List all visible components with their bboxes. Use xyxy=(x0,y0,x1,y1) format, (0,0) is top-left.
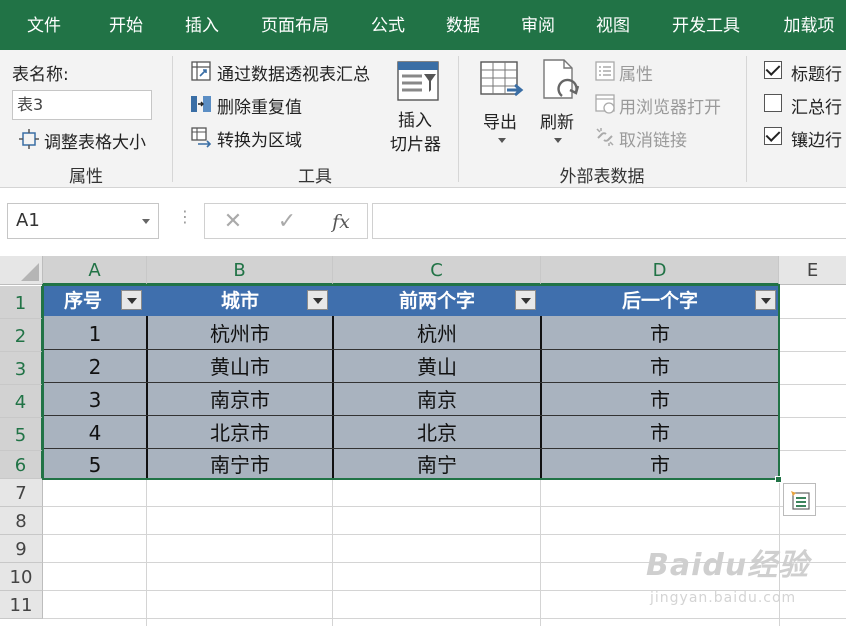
insert-slicer-label-2[interactable]: 切片器 xyxy=(390,130,441,155)
name-box[interactable]: A1 xyxy=(7,203,159,239)
row-header-1[interactable]: 1 xyxy=(0,286,43,319)
tab-view[interactable]: 视图 xyxy=(593,0,633,50)
ribbon-tab-bar: 文件 开始 插入 页面布局 公式 数据 审阅 视图 开发工具 加载项 xyxy=(0,0,846,50)
cancel-icon[interactable]: ✕ xyxy=(213,204,253,240)
name-box-dropdown-icon[interactable] xyxy=(142,219,150,224)
open-in-browser-button[interactable]: 用浏览器打开 xyxy=(619,93,721,118)
total-row-checkbox[interactable] xyxy=(764,94,782,112)
table-name-input[interactable]: 表3 xyxy=(12,90,152,120)
table-name-label: 表名称: xyxy=(12,65,69,85)
select-all-corner[interactable] xyxy=(0,256,43,285)
gridline xyxy=(146,479,147,626)
selection-outline xyxy=(42,284,780,480)
quick-analysis-button[interactable] xyxy=(783,483,816,516)
ribbon-table-design: 表名称: 表3 调整表格大小 属性 通过数据透视表汇总 删除重复值 转换为区域 … xyxy=(0,50,846,188)
row-header-5[interactable]: 5 xyxy=(0,418,43,451)
row-header-11[interactable]: 11 xyxy=(0,591,43,619)
refresh-dropdown-arrow[interactable] xyxy=(554,138,562,143)
formula-bar: A1 ⋮ ✕ ✓ fx xyxy=(0,189,846,253)
gridline xyxy=(779,384,846,385)
tab-insert[interactable]: 插入 xyxy=(182,0,222,50)
gridline xyxy=(779,318,846,319)
properties-button[interactable]: 属性 xyxy=(619,60,653,85)
banded-rows-checkbox[interactable] xyxy=(764,127,782,145)
quick-analysis-icon xyxy=(791,491,810,510)
row-header-7[interactable]: 7 xyxy=(0,479,43,507)
row-header-9[interactable]: 9 xyxy=(0,535,43,563)
header-row-checkbox[interactable] xyxy=(764,61,782,79)
column-header-c[interactable]: C xyxy=(333,256,541,285)
group-label-external-data: 外部表数据 xyxy=(559,167,645,187)
gridline xyxy=(332,479,333,626)
properties-icon xyxy=(595,61,615,81)
gridline xyxy=(779,417,846,418)
group-label-properties: 属性 xyxy=(69,167,103,187)
pivot-table-icon xyxy=(191,61,211,81)
banded-rows-label: 镶边行 xyxy=(791,131,842,151)
remove-duplicates-icon xyxy=(191,96,211,112)
baidu-watermark: Baidu经验 xyxy=(646,548,810,583)
formula-input[interactable] xyxy=(372,203,846,239)
resize-table-icon xyxy=(19,129,39,149)
baidu-watermark-url: jingyan.baidu.com xyxy=(650,590,797,606)
column-header-e[interactable]: E xyxy=(779,256,846,285)
refresh-button[interactable]: 刷新 xyxy=(540,108,574,133)
gridline xyxy=(43,506,846,507)
unlink-button[interactable]: 取消链接 xyxy=(619,126,687,151)
tab-file[interactable]: 文件 xyxy=(24,0,64,50)
formula-bar-grip-icon[interactable]: ⋮ xyxy=(177,207,193,226)
row-header-2[interactable]: 2 xyxy=(0,319,43,352)
remove-duplicates-button[interactable]: 删除重复值 xyxy=(217,93,302,118)
row-header-3[interactable]: 3 xyxy=(0,352,43,385)
row-header-6[interactable]: 6 xyxy=(0,451,43,479)
tab-developer[interactable]: 开发工具 xyxy=(668,0,744,50)
row-header-10[interactable]: 10 xyxy=(0,563,43,591)
row-header-8[interactable]: 8 xyxy=(0,507,43,535)
column-header-a[interactable]: A xyxy=(43,256,147,285)
export-icon xyxy=(480,61,524,97)
tab-addins[interactable]: 加载项 xyxy=(779,0,839,50)
convert-to-range-icon xyxy=(191,127,212,148)
gridline xyxy=(540,479,541,626)
export-dropdown-arrow[interactable] xyxy=(498,138,506,143)
tab-data[interactable]: 数据 xyxy=(443,0,483,50)
tab-review[interactable]: 审阅 xyxy=(518,0,558,50)
unlink-icon xyxy=(596,128,614,146)
tab-page-layout[interactable]: 页面布局 xyxy=(257,0,333,50)
column-header-d[interactable]: D xyxy=(541,256,779,285)
gridline xyxy=(779,450,846,451)
enter-icon[interactable]: ✓ xyxy=(267,204,307,240)
group-divider xyxy=(746,56,747,182)
tab-formulas[interactable]: 公式 xyxy=(368,0,408,50)
insert-function-icon[interactable]: fx xyxy=(321,204,361,240)
group-label-tools: 工具 xyxy=(298,167,332,187)
convert-to-range-button[interactable]: 转换为区域 xyxy=(217,126,302,151)
fill-handle[interactable] xyxy=(775,476,782,483)
name-box-value: A1 xyxy=(16,210,40,231)
refresh-icon xyxy=(543,59,580,99)
gridline xyxy=(779,351,846,352)
tab-home[interactable]: 开始 xyxy=(106,0,146,50)
export-button[interactable]: 导出 xyxy=(483,108,517,133)
column-header-b[interactable]: B xyxy=(147,256,333,285)
header-row-label: 标题行 xyxy=(791,65,842,85)
gridline xyxy=(43,534,846,535)
resize-table-button[interactable]: 调整表格大小 xyxy=(44,128,146,153)
summarize-pivot-button[interactable]: 通过数据透视表汇总 xyxy=(217,60,370,85)
open-in-browser-icon xyxy=(595,94,615,114)
slicer-icon xyxy=(397,61,439,101)
row-header-4[interactable]: 4 xyxy=(0,385,43,418)
total-row-label: 汇总行 xyxy=(791,98,842,118)
insert-slicer-label-1[interactable]: 插入 xyxy=(398,106,432,131)
formula-buttons: ✕ ✓ fx xyxy=(204,203,368,239)
